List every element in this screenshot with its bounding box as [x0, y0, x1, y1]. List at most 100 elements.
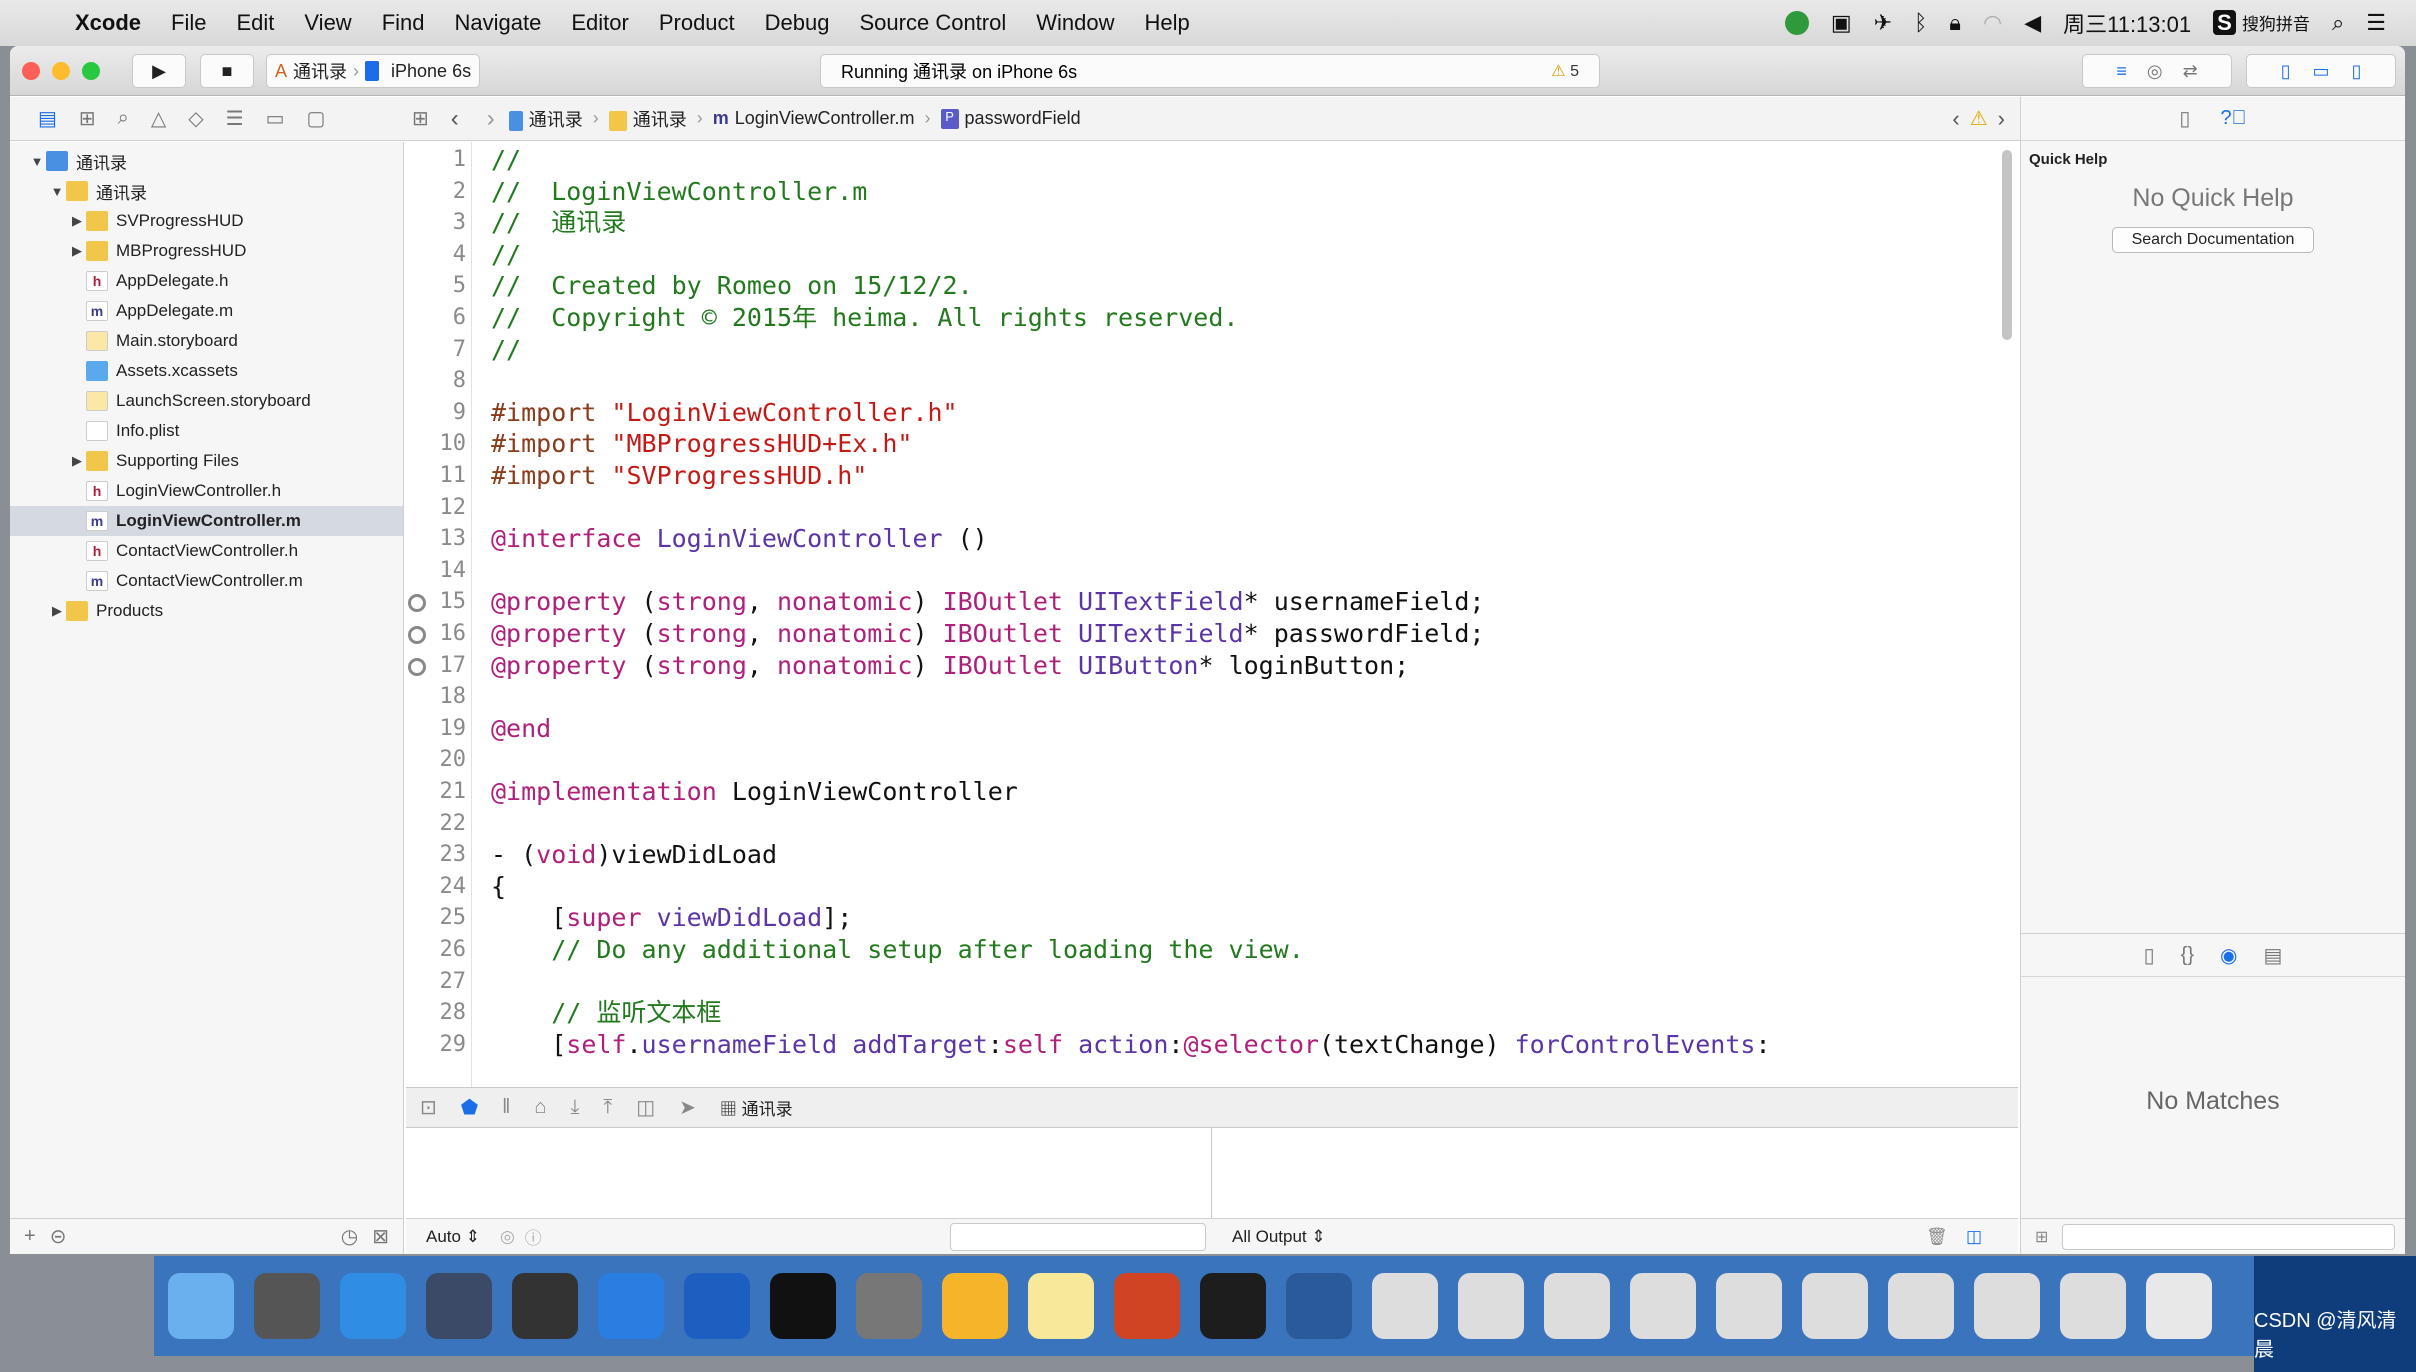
dock-powerpoint-icon[interactable]	[1114, 1273, 1180, 1339]
dock-window-2-icon[interactable]	[1458, 1273, 1524, 1339]
dock-finder-icon[interactable]	[168, 1273, 234, 1339]
spotlight-icon[interactable]: ⌕	[2332, 10, 2344, 36]
code-line[interactable]: 25 [super viewDidLoad];	[406, 902, 2006, 934]
disclosure-open-icon[interactable]: ▼	[48, 184, 66, 199]
trash-icon[interactable]: 🗑︎	[1926, 1227, 1948, 1247]
navigator-item[interactable]: h AppDelegate.h	[10, 266, 403, 296]
dock-launchpad-icon[interactable]	[254, 1273, 320, 1339]
navigator-item[interactable]: Main.storyboard	[10, 326, 403, 356]
navigator-item[interactable]: ▶ MBProgressHUD	[10, 236, 403, 266]
navigator-item[interactable]: ▶ SVProgressHUD	[10, 206, 403, 236]
code-line[interactable]: 27	[406, 966, 2006, 998]
add-icon[interactable]: +	[24, 1225, 36, 1248]
dock-window-3-icon[interactable]	[1544, 1273, 1610, 1339]
symbol-navigator-icon[interactable]: ⊞	[79, 106, 96, 131]
issue-navigator-icon[interactable]: △	[151, 106, 166, 131]
dock-window-4-icon[interactable]	[1630, 1273, 1696, 1339]
code-line[interactable]: 3 // 通讯录	[406, 207, 2006, 239]
navigator-item[interactable]: Assets.xcassets	[10, 356, 403, 386]
dock-photo-booth-icon[interactable]	[512, 1273, 578, 1339]
library-filter-input[interactable]	[2062, 1223, 2395, 1250]
menu-navigate[interactable]: Navigate	[440, 10, 557, 36]
crumb-symbol[interactable]: PpasswordField	[940, 108, 1081, 130]
back-button[interactable]: ‹	[429, 105, 459, 133]
navigator-item[interactable]: ▶ Products	[10, 596, 403, 626]
disclosure-open-icon[interactable]: ▼	[28, 154, 46, 169]
test-navigator-icon[interactable]: ◇	[188, 106, 203, 131]
camera-icon[interactable]: ▣	[1831, 10, 1852, 36]
menu-product[interactable]: Product	[644, 10, 750, 36]
navigator-item[interactable]: ▼ 通讯录	[10, 176, 403, 206]
info-icon[interactable]: ⓘ	[515, 1224, 542, 1249]
code-line[interactable]: 26 // Do any additional setup after load…	[406, 934, 2006, 966]
location-icon[interactable]: ➤	[679, 1095, 696, 1120]
run-button[interactable]: ▶	[132, 54, 186, 88]
editor-scrollbar[interactable]	[2002, 150, 2012, 340]
assistant-editor-icon[interactable]: ◎	[2147, 61, 2163, 82]
menu-help[interactable]: Help	[1130, 10, 1205, 36]
dock-quicktime-icon[interactable]	[1286, 1273, 1352, 1339]
dock-instruments-icon[interactable]	[684, 1273, 750, 1339]
warning-count[interactable]: ⚠ 5	[1551, 61, 1579, 81]
menu-editor[interactable]: Editor	[556, 10, 643, 36]
dock-safari-icon[interactable]	[340, 1273, 406, 1339]
object-library-icon[interactable]: ◉	[2220, 943, 2237, 968]
toggle-debug-area-icon[interactable]: ▭	[2312, 61, 2329, 82]
code-line[interactable]: 19 @end	[406, 713, 2006, 745]
pause-icon[interactable]: ‖	[502, 1096, 510, 1119]
search-documentation-button[interactable]: Search Documentation	[2112, 227, 2314, 253]
code-line[interactable]: 21 @implementation LoginViewController	[406, 776, 2006, 808]
navigator-item[interactable]: Info.plist	[10, 416, 403, 446]
menu-view[interactable]: View	[289, 10, 366, 36]
zoom-button[interactable]	[82, 62, 100, 80]
menu-debug[interactable]: Debug	[750, 10, 845, 36]
recent-files-icon[interactable]: ◷	[341, 1224, 358, 1249]
view-debugger-icon[interactable]: ◫	[636, 1095, 655, 1120]
navigator-item[interactable]: m LoginViewController.m	[10, 506, 403, 536]
dock-window-7-icon[interactable]	[1888, 1273, 1954, 1339]
breakpoint-navigator-icon[interactable]: ▭	[266, 106, 285, 131]
crumb-project[interactable]: 通讯录	[508, 106, 583, 132]
project-navigator-icon[interactable]: ▤	[38, 106, 57, 131]
split-console-icon[interactable]: ◫	[1966, 1227, 1982, 1247]
dock-window-9-icon[interactable]	[2060, 1273, 2126, 1339]
navigator-item[interactable]: LaunchScreen.storyboard	[10, 386, 403, 416]
source-control-filter-icon[interactable]: ⊠	[372, 1224, 389, 1249]
menu-window[interactable]: Window	[1021, 10, 1129, 36]
quick-help-icon[interactable]: ?⃝	[2220, 107, 2246, 130]
standard-editor-icon[interactable]: ≡	[2116, 61, 2127, 82]
warning-icon[interactable]: ⚠	[1960, 106, 1998, 131]
code-line[interactable]: 15 @property (strong, nonatomic) IBOutlet…	[406, 586, 2006, 618]
variables-filter-input[interactable]	[950, 1223, 1206, 1251]
lock-icon[interactable]: 🔒︎	[1949, 10, 1961, 36]
code-line[interactable]: 2 // LoginViewController.m	[406, 176, 2006, 208]
disclosure-closed-icon[interactable]: ▶	[68, 213, 86, 229]
code-line[interactable]: 4 //	[406, 239, 2006, 271]
file-template-icon[interactable]: ▯	[2144, 943, 2155, 968]
volume-icon[interactable]: ◀	[2024, 10, 2041, 36]
navigator-item[interactable]: ▼ 通讯录	[10, 146, 403, 176]
code-line[interactable]: 10 #import "MBProgressHUD+Ex.h"	[406, 428, 2006, 460]
navigator-item[interactable]: h LoginViewController.h	[10, 476, 403, 506]
dock-window-1-icon[interactable]	[1372, 1273, 1438, 1339]
code-line[interactable]: 9 #import "LoginViewController.h"	[406, 397, 2006, 429]
airplane-icon[interactable]: ✈	[1874, 10, 1892, 36]
dock-mouse-icon[interactable]	[426, 1273, 492, 1339]
dock-trash-icon[interactable]	[2146, 1273, 2212, 1339]
close-button[interactable]	[22, 62, 40, 80]
code-line[interactable]: 22	[406, 808, 2006, 840]
dock-system-preferences-icon[interactable]	[856, 1273, 922, 1339]
crumb-group[interactable]: 通讯录	[608, 106, 687, 132]
code-line[interactable]: 1 //	[406, 144, 2006, 176]
next-issue-button[interactable]: ›	[1998, 106, 2005, 132]
outlet-connection-icon[interactable]	[408, 626, 426, 644]
navigator-item[interactable]: ▶ Supporting Files	[10, 446, 403, 476]
navigator-item[interactable]: m ContactViewController.m	[10, 566, 403, 596]
dock-xcode-icon[interactable]	[598, 1273, 664, 1339]
dock-notes-icon[interactable]	[1028, 1273, 1094, 1339]
code-line[interactable]: 18	[406, 681, 2006, 713]
minimize-button[interactable]	[52, 62, 70, 80]
scheme-selector[interactable]: A 通讯录 › iPhone 6s	[266, 54, 481, 88]
breakpoints-toggle-icon[interactable]: ⬟	[461, 1095, 478, 1120]
menu-edit[interactable]: Edit	[221, 10, 289, 36]
